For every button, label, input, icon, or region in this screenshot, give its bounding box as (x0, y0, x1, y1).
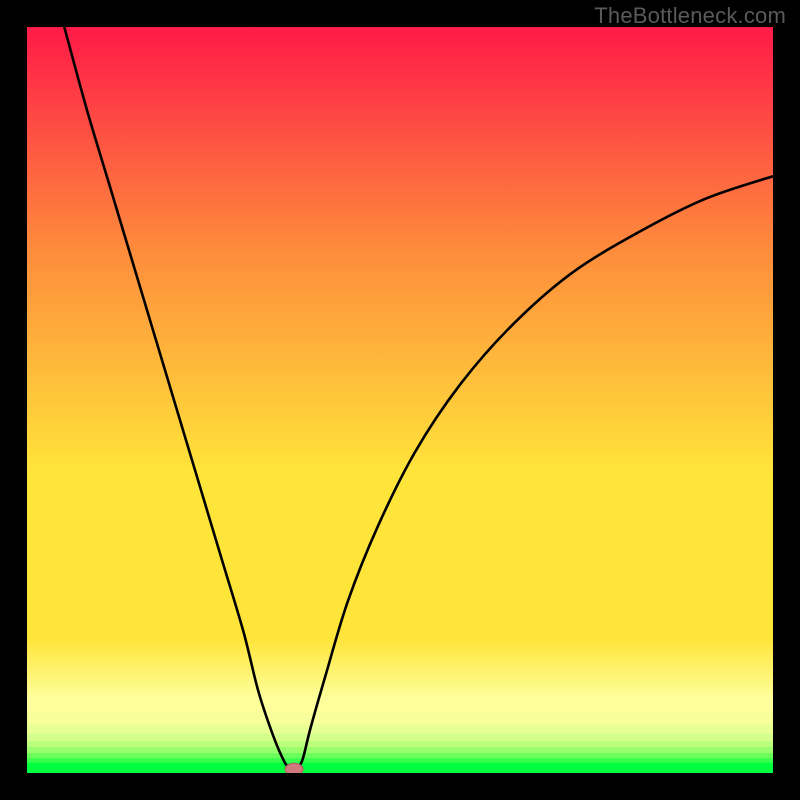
chart-frame: TheBottleneck.com (0, 0, 800, 800)
optimum-marker (285, 763, 303, 773)
attribution-label: TheBottleneck.com (594, 3, 786, 29)
bottom-color-bands (27, 702, 773, 773)
plot-svg (27, 27, 773, 773)
plot-area (27, 27, 773, 773)
gradient-background (27, 27, 773, 773)
